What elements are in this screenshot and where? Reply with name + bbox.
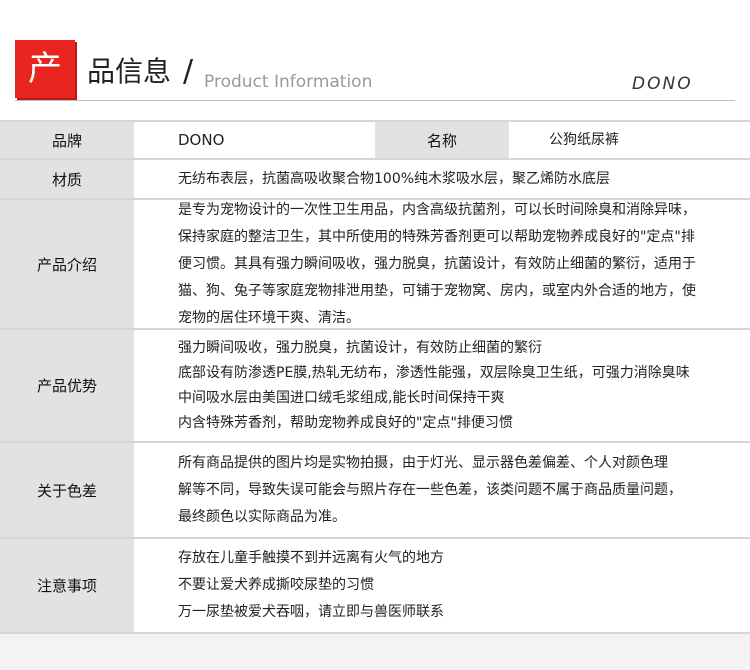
value-name: 公狗纸尿裤 xyxy=(509,122,750,158)
header: 产 品信息 / Product Information DONO xyxy=(0,0,750,120)
label-brand: 品牌 xyxy=(0,122,134,158)
label-precautions: 注意事项 xyxy=(0,539,134,632)
title-slash: / xyxy=(183,54,194,89)
color-line: 解等不同，导致失误可能会与照片存在一些色差，该类问题不属于商品质量问题， xyxy=(178,481,682,498)
label-introduction: 产品介绍 xyxy=(0,200,134,328)
advantage-line: 底部设有防渗透PE膜,热轧无纺布，渗透性能强，双层除臭卫生纸，可强力消除臭味 xyxy=(178,364,690,381)
value-name-text: 公狗纸尿裤 xyxy=(549,131,619,148)
header-divider xyxy=(15,100,735,101)
product-info-table: 品牌 DONO 名称 公狗纸尿裤 材质 无纺布表层，抗菌高吸收聚合物100%纯木… xyxy=(0,120,750,634)
advantage-line: 中间吸水层由美国进口绒毛浆组成,能长时间保持干爽 xyxy=(178,389,505,406)
intro-line: 是专为宠物设计的一次性卫生用品，内含高级抗菌剂，可以长时间除臭和消除异味， xyxy=(178,201,696,218)
row-brand: 品牌 DONO 名称 公狗纸尿裤 xyxy=(0,120,750,160)
logo-badge: 产 xyxy=(15,40,75,98)
value-brand-text: DONO xyxy=(178,130,225,149)
value-precautions: 存放在儿童手触摸不到并远离有火气的地方 不要让爱犬养成撕咬尿垫的习惯 万一尿垫被… xyxy=(134,539,750,632)
color-line: 所有商品提供的图片均是实物拍摄，由于灯光、显示器色差偏差、个人对颜色理 xyxy=(178,454,668,471)
precaution-line: 存放在儿童手触摸不到并远离有火气的地方 xyxy=(178,550,444,566)
value-color-difference: 所有商品提供的图片均是实物拍摄，由于灯光、显示器色差偏差、个人对颜色理 解等不同… xyxy=(134,443,750,537)
section-title: 品信息 xyxy=(87,55,172,88)
row-color-difference: 关于色差 所有商品提供的图片均是实物拍摄，由于灯光、显示器色差偏差、个人对颜色理… xyxy=(0,443,750,539)
row-material: 材质 无纺布表层，抗菌高吸收聚合物100%纯木浆吸水层，聚乙烯防水底层 xyxy=(0,160,750,200)
advantage-line: 强力瞬间吸收，强力脱臭，抗菌设计，有效防止细菌的繁衍 xyxy=(178,339,542,356)
label-material: 材质 xyxy=(0,160,134,198)
precaution-line: 不要让爱犬养成撕咬尿垫的习惯 xyxy=(178,577,374,593)
brand-name: DONO xyxy=(632,74,693,94)
material-line: 无纺布表层，抗菌高吸收聚合物100%纯木浆吸水层，聚乙烯防水底层 xyxy=(178,170,611,187)
row-advantages: 产品优势 强力瞬间吸收，强力脱臭，抗菌设计，有效防止细菌的繁衍 底部设有防渗透P… xyxy=(0,330,750,443)
value-introduction: 是专为宠物设计的一次性卫生用品，内含高级抗菌剂，可以长时间除臭和消除异味， 保持… xyxy=(134,200,750,328)
advantage-line: 内含特殊芳香剂，帮助宠物养成良好的"定点"排便习惯 xyxy=(178,414,513,431)
intro-line: 便习惯。其具有强力瞬间吸收，强力脱臭，抗菌设计，有效防止细菌的繁衍，适用于 xyxy=(178,255,696,272)
label-advantages: 产品优势 xyxy=(0,330,134,441)
precaution-line: 万一尿垫被爱犬吞咽，请立即与兽医师联系 xyxy=(178,604,444,620)
label-name: 名称 xyxy=(375,122,509,158)
label-color-difference: 关于色差 xyxy=(0,443,134,537)
value-advantages: 强力瞬间吸收，强力脱臭，抗菌设计，有效防止细菌的繁衍 底部设有防渗透PE膜,热轧… xyxy=(134,330,750,441)
intro-line: 猫、狗、兔子等家庭宠物排泄用垫，可铺于宠物窝、房内，或室内外合适的地方，使 xyxy=(178,282,696,299)
intro-line: 宠物的居住环境干爽、清洁。 xyxy=(178,309,360,326)
section-subtitle: Product Information xyxy=(204,72,373,92)
row-introduction: 产品介绍 是专为宠物设计的一次性卫生用品，内含高级抗菌剂，可以长时间除臭和消除异… xyxy=(0,200,750,330)
intro-line: 保持家庭的整洁卫生，其中所使用的特殊芳香剂更可以帮助宠物养成良好的"定点"排 xyxy=(178,228,695,245)
color-line: 最终颜色以实际商品为准。 xyxy=(178,508,346,525)
value-material: 无纺布表层，抗菌高吸收聚合物100%纯木浆吸水层，聚乙烯防水底层 xyxy=(134,160,750,198)
row-precautions: 注意事项 存放在儿童手触摸不到并远离有火气的地方 不要让爱犬养成撕咬尿垫的习惯 … xyxy=(0,539,750,634)
value-brand: DONO xyxy=(134,122,375,158)
